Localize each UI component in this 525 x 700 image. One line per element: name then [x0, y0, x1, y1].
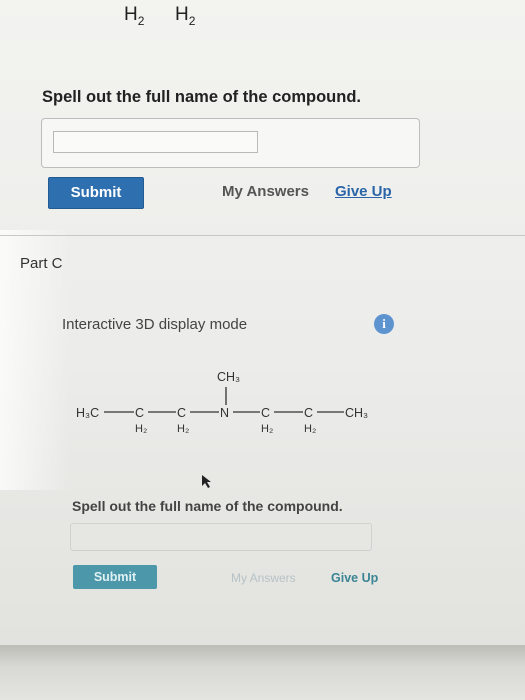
- answer-container: [41, 118, 420, 168]
- give-up-link[interactable]: Give Up: [335, 183, 392, 200]
- top-formula-h2-right: H2: [175, 4, 196, 28]
- section-divider: [0, 235, 525, 236]
- mouse-cursor-icon: [202, 475, 211, 488]
- screen-edge: [0, 645, 525, 700]
- answer-input-part-c[interactable]: [70, 523, 372, 551]
- submit-button-part-c[interactable]: Submit: [73, 565, 157, 589]
- info-icon[interactable]: i: [374, 314, 394, 334]
- my-answers-link[interactable]: My Answers: [222, 183, 309, 200]
- answer-input[interactable]: [53, 131, 258, 153]
- submit-button[interactable]: Submit: [48, 177, 144, 209]
- display-mode-label[interactable]: Interactive 3D display mode: [62, 316, 247, 333]
- give-up-link-part-c[interactable]: Give Up: [331, 571, 378, 585]
- my-answers-link-part-c[interactable]: My Answers: [231, 571, 296, 585]
- question-text-part-c: Spell out the full name of the compound.: [72, 498, 343, 514]
- question-text: Spell out the full name of the compound.: [42, 88, 361, 106]
- part-c-label: Part C: [20, 255, 63, 272]
- top-formula-h2-left: H2: [124, 4, 145, 28]
